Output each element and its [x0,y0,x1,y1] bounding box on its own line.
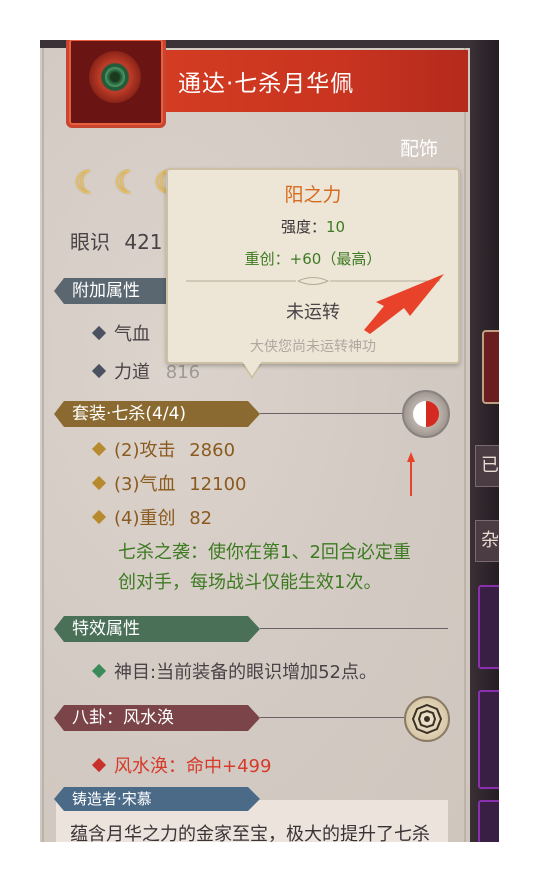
diamond-bullet-icon [91,509,107,525]
diamond-bullet-icon [91,325,107,341]
attr-name: 力道 [114,362,150,383]
set-bonus-value: 82 [189,508,213,529]
section-divider [260,413,404,414]
set-bonus-value: 2860 [189,440,236,461]
background-tab-2-label: 杂 [481,530,499,551]
special-attributes-title: 特效属性 [72,619,140,639]
background-window-strip: 已 杂 [470,40,499,842]
diamond-bullet-icon [91,757,107,773]
set-bonus-label: (3)气血 [114,474,176,495]
bagua-icon[interactable] [404,696,450,742]
bagua-title: 八卦：风水涣 [72,708,174,728]
set-bonus-title: 套装·七杀(4/4) [72,404,187,424]
bagua-text: 风水涣：命中+499 [114,756,272,777]
item-icon-frame [66,40,166,128]
tooltip-title: 阳之力 [284,184,342,206]
set-effect-line: 七杀之袭：使你在第1、2回合必定重 [118,542,411,563]
attr-name: 气血 [114,324,150,345]
extra-attributes-title: 附加属性 [72,281,140,301]
background-item-slot-2[interactable] [478,690,499,789]
set-bonus-label: (2)攻击 [114,440,176,461]
crescent-moon-icon: ☾ [114,165,142,201]
tooltip-strength: 强度：10 [168,216,458,237]
tooltip-strength-label: 强度： [280,218,326,236]
insight-label: 眼识 [70,230,110,254]
insight-value: 421 [124,230,163,254]
section-divider [260,628,448,629]
special-text: 神目:当前装备的眼识增加52点。 [114,662,377,683]
set-bonus-row: (2)攻击 2860 [91,436,236,462]
insight-row: 眼识 421 [70,226,163,255]
section-divider [260,717,404,718]
tooltip-strength-value: 10 [325,218,346,236]
annotation-arrow-up [407,452,415,496]
item-name: 通达·七杀月华佩 [178,71,355,97]
tooltip-hint: 大侠您尚未运转神功 [250,339,376,355]
background-tab-1-label: 已 [481,455,499,476]
item-description: 蕴含月华之力的金家至宝，极大的提升了七杀 [70,824,430,842]
item-category: 配饰 [399,138,438,160]
screenshot-region: 已 杂 通达·七杀月华佩 配饰 ☾ ☾ ☾ ☾ ☾ ☾ ☾ ☾ ☾ 眼识 [40,40,499,842]
background-badge [482,330,499,404]
tooltip-tail [240,358,264,376]
forge-title: 铸造者·宋慕 [72,790,152,808]
background-item-slot-1[interactable] [478,585,499,669]
set-bonus-row: (4)重创 82 [91,504,213,530]
item-title-bar: 通达·七杀月华佩 [150,50,468,112]
crescent-moon-icon: ☾ [74,165,102,201]
set-bonus-row: (3)气血 12100 [91,470,247,496]
background-tab-1[interactable]: 已 [475,445,499,487]
diamond-bullet-icon [91,363,107,379]
yin-yang-icon[interactable] [402,390,450,438]
set-bonus-label: (4)重创 [114,508,176,529]
attr-value: 816 [165,362,201,383]
diamond-bullet-icon [91,475,107,491]
background-tab-2[interactable]: 杂 [475,520,499,562]
special-row: 神目:当前装备的眼识增加52点。 [91,658,377,684]
tooltip-crit: 重创：+60（最高） [244,250,382,268]
background-item-slot-3[interactable] [478,800,499,842]
diamond-bullet-icon [91,441,107,457]
set-effect-line: 创对手，每场战斗仅能生效1次。 [118,572,382,593]
item-detail-panel: 通达·七杀月华佩 配饰 ☾ ☾ ☾ ☾ ☾ ☾ ☾ ☾ ☾ 眼识 421 附加 [40,40,470,842]
set-bonus-value: 12100 [189,474,247,495]
jade-pendant-icon [89,51,141,103]
bagua-row: 风水涣：命中+499 [91,752,272,778]
annotation-arrow-diagonal [364,274,444,334]
diamond-bullet-icon [91,663,107,679]
